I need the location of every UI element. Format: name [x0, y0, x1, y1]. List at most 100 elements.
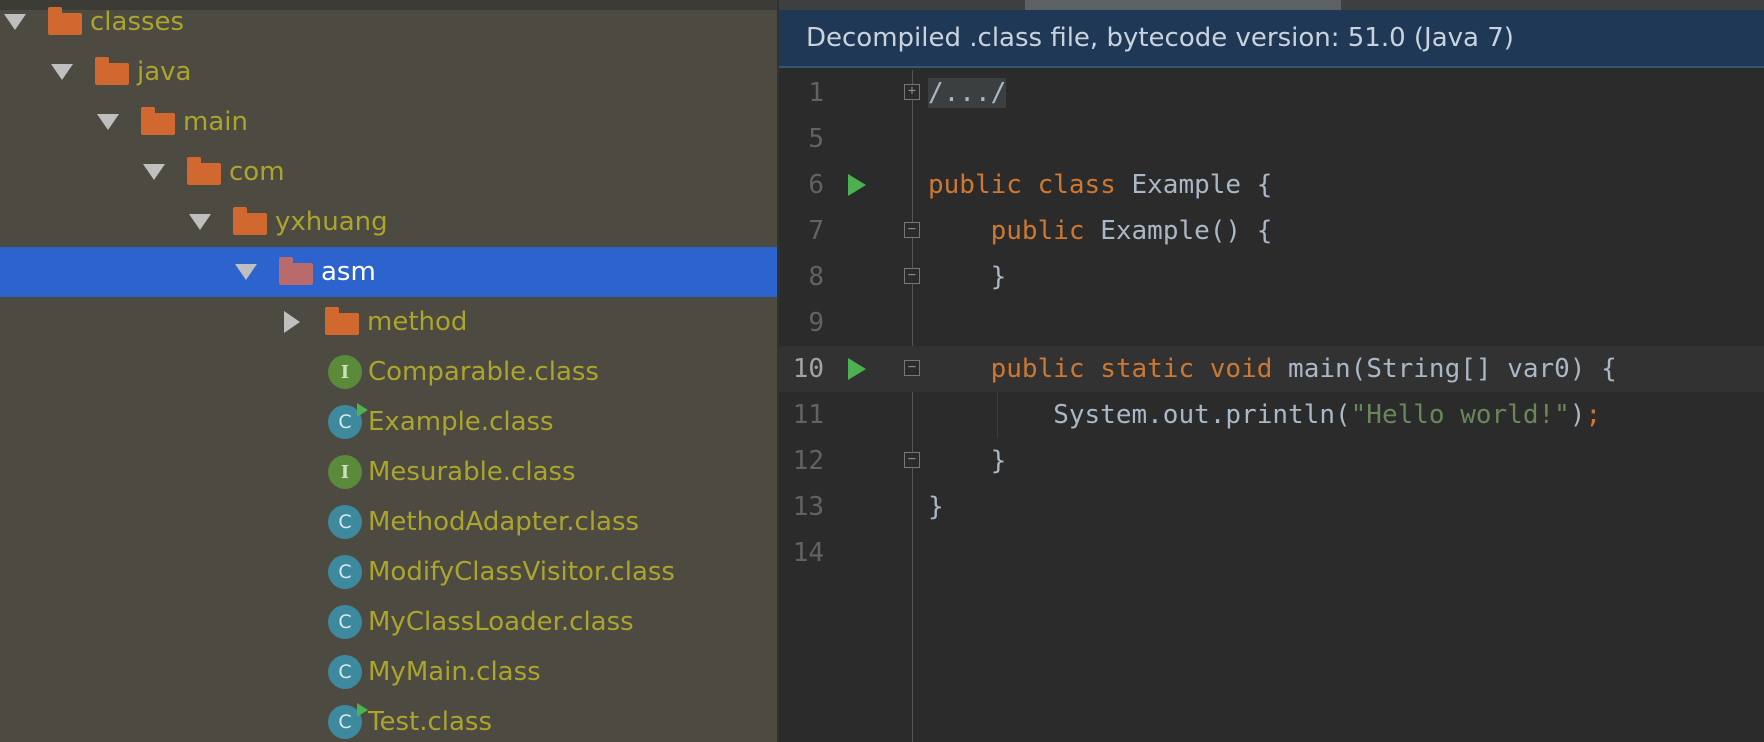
line-number: 5: [808, 124, 824, 154]
code-line[interactable]: 12 − }: [779, 438, 1764, 484]
class-icon: C: [328, 555, 362, 589]
code-line[interactable]: 13}: [779, 484, 1764, 530]
code-line[interactable]: 6 public class Example {: [779, 162, 1764, 208]
chevron-down-icon[interactable]: [4, 14, 26, 30]
code-text: public static void main(String[] var0) {: [928, 346, 1617, 392]
folder-icon: [233, 207, 267, 235]
code-text: }: [928, 484, 944, 530]
tree-item-asm[interactable]: asm: [0, 247, 777, 297]
chevron-down-icon[interactable]: [51, 64, 73, 80]
tree-item-mymain-class[interactable]: C MyMain.class: [0, 647, 777, 697]
run-marker-icon: [357, 403, 368, 417]
interface-icon: I: [328, 355, 362, 389]
run-gutter-icon[interactable]: [848, 174, 866, 196]
tree-item-label: MyMain.class: [368, 657, 541, 687]
code-text: }: [928, 438, 1007, 484]
class-icon: C: [328, 655, 362, 689]
tree-item-label: Test.class: [368, 707, 493, 737]
tree-item-example-class[interactable]: C Example.class: [0, 397, 777, 447]
chevron-right-icon[interactable]: [284, 311, 300, 333]
tree-item-main[interactable]: main: [0, 97, 777, 147]
code-line[interactable]: 7 − public Example() {: [779, 208, 1764, 254]
line-number: 10: [792, 354, 824, 384]
code-token: }: [928, 262, 1007, 292]
code-line[interactable]: 5: [779, 116, 1764, 162]
fold-expand-icon[interactable]: +: [904, 84, 920, 100]
tree-item-label: java: [137, 57, 192, 87]
fold-collapse-icon[interactable]: −: [904, 268, 920, 284]
code-token: main(String[] var0) {: [1288, 354, 1617, 384]
fold-collapse-icon[interactable]: −: [904, 452, 920, 468]
code-line[interactable]: 8 − }: [779, 254, 1764, 300]
line-number: 6: [808, 170, 824, 200]
code-text: /.../: [928, 70, 1007, 116]
code-token: /.../: [928, 78, 1007, 108]
tree-item-method[interactable]: method: [0, 297, 777, 347]
code-line[interactable]: 9: [779, 300, 1764, 346]
tree-item-yxhuang[interactable]: yxhuang: [0, 197, 777, 247]
tree-item-methodadapter-class[interactable]: C MethodAdapter.class: [0, 497, 777, 547]
code-token: System.out.println(: [928, 400, 1351, 430]
interface-icon: I: [328, 455, 362, 489]
line-number: 13: [792, 492, 824, 522]
fold-collapse-icon[interactable]: −: [904, 360, 920, 376]
code-text: }: [928, 254, 1007, 300]
line-number: 9: [808, 308, 824, 338]
line-number: 8: [808, 262, 824, 292]
code-line[interactable]: 10 − public static void main(String[] var…: [779, 346, 1764, 392]
chevron-down-icon[interactable]: [143, 164, 165, 180]
tree-item-modifyclassvisitor-class[interactable]: C ModifyClassVisitor.class: [0, 547, 777, 597]
code-token: Example {: [1131, 170, 1273, 200]
fold-collapse-icon[interactable]: −: [904, 222, 920, 238]
line-number: 12: [792, 446, 824, 476]
code-editor[interactable]: Decompiled .class file, bytecode version…: [779, 0, 1764, 742]
tree-item-label: Mesurable.class: [368, 457, 576, 487]
code-line[interactable]: 11 System.out.println("Hello world!");: [779, 392, 1764, 438]
tree-item-java[interactable]: java: [0, 47, 777, 97]
tree-item-classes[interactable]: classes: [0, 0, 777, 47]
class-icon: C: [328, 605, 362, 639]
line-number: 7: [808, 216, 824, 246]
package-folder-icon: [279, 257, 313, 285]
tree-item-label: Comparable.class: [368, 357, 599, 387]
folder-icon: [187, 157, 221, 185]
line-number: 1: [808, 78, 824, 108]
code-token: "Hello world!": [1350, 400, 1570, 430]
tree-item-com[interactable]: com: [0, 147, 777, 197]
code-text: System.out.println("Hello world!");: [928, 392, 1601, 438]
tree-item-label: method: [367, 307, 468, 337]
tree-item-label: main: [183, 107, 248, 137]
tree-item-label: Example.class: [368, 407, 554, 437]
code-token: }: [928, 446, 1007, 476]
tree-item-label: asm: [321, 257, 376, 287]
tree-item-mesurable-class[interactable]: I Mesurable.class: [0, 447, 777, 497]
scrollbar-thumb[interactable]: [1025, 0, 1341, 10]
tree-item-label: yxhuang: [275, 207, 388, 237]
code-line[interactable]: 1 + /.../: [779, 70, 1764, 116]
runnable-class-icon: C: [328, 403, 368, 439]
tree-item-label: MethodAdapter.class: [368, 507, 640, 537]
run-gutter-icon[interactable]: [848, 358, 866, 380]
folder-icon: [325, 307, 359, 335]
decompiled-banner: Decompiled .class file, bytecode version…: [779, 10, 1764, 68]
horizontal-scrollbar[interactable]: [779, 0, 1764, 10]
tree-item-test-class[interactable]: C Test.class: [0, 697, 777, 742]
project-tree-panel: classes java main com yxhuang asm method…: [0, 0, 777, 742]
tree-item-label: com: [229, 157, 285, 187]
banner-text: Decompiled .class file, bytecode version…: [806, 23, 1514, 53]
chevron-down-icon[interactable]: [189, 214, 211, 230]
chevron-down-icon[interactable]: [235, 264, 257, 280]
code-text: public class Example {: [928, 162, 1272, 208]
tree-item-label: classes: [90, 7, 185, 37]
code-token: ): [1569, 400, 1586, 430]
class-icon: C: [328, 505, 362, 539]
tree-item-comparable-class[interactable]: I Comparable.class: [0, 347, 777, 397]
code-token: public: [990, 216, 1101, 246]
tree-item-myclassloader-class[interactable]: C MyClassLoader.class: [0, 597, 777, 647]
chevron-down-icon[interactable]: [97, 114, 119, 130]
code-line[interactable]: 14: [779, 530, 1764, 576]
code-token: Example() {: [1100, 216, 1273, 246]
tree-item-label: MyClassLoader.class: [368, 607, 634, 637]
